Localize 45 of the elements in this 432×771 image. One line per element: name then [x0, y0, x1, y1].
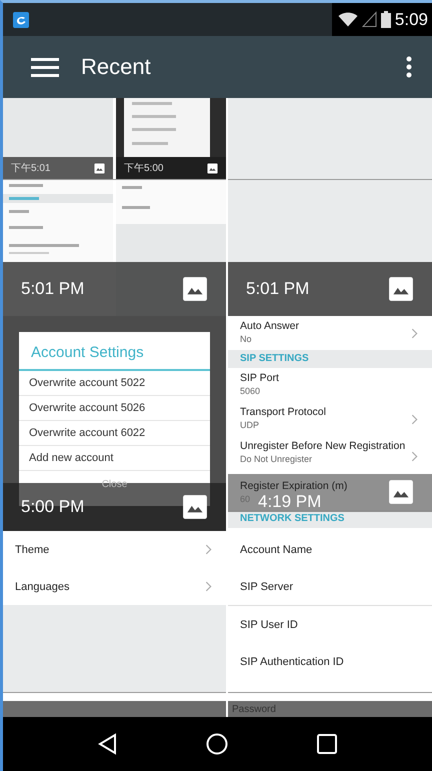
time-label: 下午5:01 — [11, 162, 50, 175]
image-icon — [94, 162, 105, 174]
time-label: 5:01 PM — [246, 279, 310, 299]
setting-title: Auto Answer — [240, 320, 299, 332]
section-header: SIP SETTINGS — [228, 350, 432, 368]
dialog-option[interactable]: Overwrite account 5022 — [19, 371, 210, 396]
setting-value: 5060 — [240, 386, 260, 396]
signal-icon — [362, 11, 377, 28]
image-icon — [182, 276, 208, 302]
setting-title: Theme — [15, 544, 50, 556]
wifi-icon — [338, 11, 358, 28]
dialog-option[interactable]: Overwrite account 6022 — [19, 421, 210, 446]
setting-title: Register Expiration (m) — [240, 480, 348, 492]
setting-title: SIP Port — [240, 372, 279, 384]
setting-title: Unregister Before New Registration — [240, 440, 406, 452]
image-icon — [388, 276, 414, 302]
setting-title: SIP Server — [240, 580, 293, 592]
setting-title: Transport Protocol — [240, 406, 326, 418]
dialog-option[interactable]: Add new account — [19, 446, 210, 471]
dialog-title: Account Settings — [19, 332, 210, 371]
dialog-option[interactable]: Overwrite account 5026 — [19, 396, 210, 421]
recents-icon[interactable] — [316, 733, 338, 755]
setting-title: Password — [232, 704, 276, 714]
menu-icon[interactable] — [31, 56, 59, 78]
screen-title: Recent — [81, 54, 151, 80]
more-options-icon[interactable] — [406, 56, 412, 78]
setting-title: SIP Authentication ID — [240, 656, 344, 668]
setting-value: UDP — [240, 420, 260, 430]
setting-title: Account Name — [240, 544, 312, 556]
setting-value: Do Not Unregister — [240, 454, 312, 464]
time-label: 下午5:00 — [124, 162, 164, 175]
time-label: 4:19 PM — [258, 493, 322, 510]
image-icon — [182, 494, 208, 520]
image-icon — [207, 162, 218, 174]
app-icon — [13, 12, 29, 28]
time-label: 5:01 PM — [21, 279, 84, 299]
back-icon[interactable] — [96, 733, 119, 755]
setting-value: No — [240, 334, 252, 344]
setting-title: SIP User ID — [240, 618, 298, 630]
battery-icon — [380, 11, 391, 28]
setting-title: Languages — [15, 580, 70, 592]
status-time: 5:09 — [394, 10, 428, 30]
home-icon[interactable] — [206, 733, 228, 755]
image-icon — [388, 479, 414, 505]
time-label: 5:00 PM — [21, 497, 84, 517]
